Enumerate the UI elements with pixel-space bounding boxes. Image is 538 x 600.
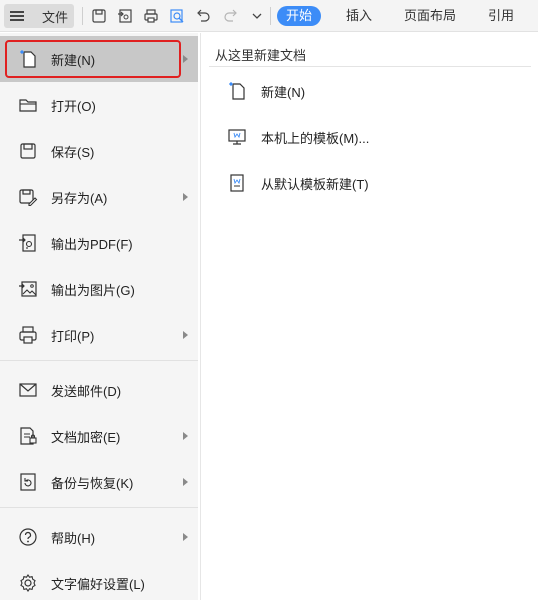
print-preview-icon[interactable] (168, 7, 186, 25)
redo-icon[interactable] (222, 7, 240, 25)
settings-icon (18, 573, 38, 593)
export-pdf-icon (18, 233, 38, 253)
menu-item-label: 输出为PDF(F) (51, 236, 133, 252)
menu-item-label: 打印(P) (51, 328, 95, 344)
file-menu-label: 文件 (42, 9, 69, 25)
chevron-right-icon (183, 432, 188, 440)
menu-item-label: 新建(N) (51, 52, 96, 68)
menu-item-save-as[interactable]: 另存为(A) (0, 174, 198, 220)
print-icon (18, 325, 38, 345)
menu-divider (0, 507, 198, 508)
save-as-icon (18, 187, 38, 207)
export-image-icon (18, 279, 38, 299)
panel-item-local-template[interactable]: 本机上的模板(M)... (227, 126, 369, 148)
menu-item-send-mail[interactable]: 发送邮件(D) (0, 367, 198, 413)
menu-item-help[interactable]: 帮助(H) (0, 514, 198, 560)
tab-start[interactable]: 开始 (277, 6, 322, 26)
panel-divider (209, 66, 531, 67)
menu-item-open[interactable]: 打开(O) (0, 82, 198, 128)
panel-item-new[interactable]: 新建(N) (227, 80, 305, 102)
undo-icon[interactable] (194, 7, 212, 25)
panel-item-label: 本机上的模板(M)... (261, 130, 370, 146)
chevron-right-icon (183, 55, 188, 63)
chevron-right-icon (183, 533, 188, 541)
panel-item-default-template[interactable]: 从默认模板新建(T) (227, 172, 369, 194)
menu-item-preferences[interactable]: 文字偏好设置(L) (0, 560, 198, 600)
file-menu: 新建(N) 打开(O) 保存(S) 另存为(A) 输出为PDF(F) 输出为图片… (0, 33, 198, 600)
menu-item-save[interactable]: 保存(S) (0, 128, 198, 174)
menu-item-label: 输出为图片(G) (51, 282, 135, 298)
menu-item-export-pdf[interactable]: 输出为PDF(F) (0, 220, 198, 266)
panel-item-label: 从默认模板新建(T) (261, 176, 369, 192)
new-document-panel: 从这里新建文档 新建(N) 本机上的模板(M)... 从默认模板新建(T) (200, 33, 538, 600)
panel-item-label: 新建(N) (261, 84, 306, 100)
save-icon (18, 141, 38, 161)
menu-divider (0, 360, 198, 361)
toolbar-divider (270, 7, 271, 25)
chevron-down-icon[interactable] (248, 7, 266, 25)
help-icon (18, 527, 38, 547)
menu-item-backup-restore[interactable]: 备份与恢复(K) (0, 459, 198, 505)
toolbar: 文件 开始 插入 页面布局 引用 (0, 0, 538, 32)
mail-icon (18, 380, 38, 400)
backup-icon (18, 472, 38, 492)
toolbar-divider (82, 7, 83, 25)
save-icon[interactable] (90, 7, 108, 25)
export-pdf-icon[interactable] (116, 7, 134, 25)
menu-item-new[interactable]: 新建(N) (0, 36, 198, 82)
default-template-icon (227, 173, 247, 193)
menu-item-label: 发送邮件(D) (51, 383, 122, 399)
new-doc-icon (227, 81, 247, 101)
encrypt-icon (18, 426, 38, 446)
tab-insert[interactable]: 插入 (346, 6, 372, 26)
chevron-right-icon (183, 331, 188, 339)
menu-item-label: 文档加密(E) (51, 429, 121, 445)
menu-item-label: 文字偏好设置(L) (51, 576, 145, 592)
hamburger-icon (10, 11, 24, 21)
chevron-right-icon (183, 478, 188, 486)
panel-title: 从这里新建文档 (215, 48, 307, 63)
file-menu-button[interactable]: 文件 (4, 4, 74, 28)
menu-item-label: 帮助(H) (51, 530, 96, 546)
menu-item-label: 保存(S) (51, 144, 95, 160)
menu-item-label: 备份与恢复(K) (51, 475, 134, 491)
chevron-right-icon (183, 193, 188, 201)
menu-item-export-image[interactable]: 输出为图片(G) (0, 266, 198, 312)
menu-item-encrypt[interactable]: 文档加密(E) (0, 413, 198, 459)
folder-icon (18, 95, 38, 115)
local-template-icon (227, 127, 247, 147)
print-icon[interactable] (142, 7, 160, 25)
tab-references[interactable]: 引用 (488, 6, 514, 26)
new-doc-icon (18, 49, 38, 69)
menu-item-label: 打开(O) (51, 98, 96, 114)
menu-item-print[interactable]: 打印(P) (0, 312, 198, 358)
menu-item-label: 另存为(A) (51, 190, 108, 206)
tab-page-layout[interactable]: 页面布局 (404, 6, 456, 26)
